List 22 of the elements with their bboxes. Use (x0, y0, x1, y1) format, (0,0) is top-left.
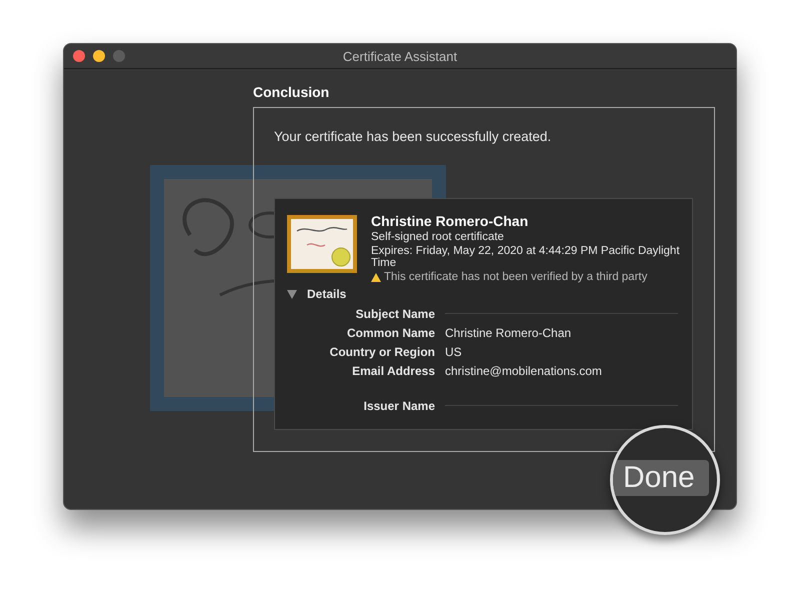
section-label: Subject Name (354, 306, 435, 320)
warning-icon (371, 272, 381, 282)
minimize-button[interactable] (93, 50, 105, 62)
field-value: Christine Romero-Chan (445, 326, 572, 340)
details-label: Details (307, 287, 346, 301)
certificate-name: Christine Romero-Chan (371, 213, 530, 229)
window-title: Certificate Assistant (342, 48, 458, 64)
warning-text: This certificate has not been verified by a third party (384, 271, 648, 283)
field-value: christine@mobilenations.com (445, 364, 602, 378)
field-label: Common Name (346, 326, 435, 340)
section-label: Issuer Name (362, 398, 435, 412)
certificate-type: Self-signed root certificate (371, 231, 505, 243)
field-label: Country or Region (328, 344, 435, 358)
done-button[interactable]: Done (613, 460, 709, 496)
field-label: Email Address (351, 364, 435, 378)
field-value: US (445, 344, 462, 358)
heading: Conclusion (253, 84, 330, 100)
expiry-date: Expires: Friday, May 22, 2020 at 4:44:29 PM Pacific Daylight Time (371, 245, 680, 269)
message: Your certificate has been successfully created. (274, 129, 552, 144)
disclosure-triangle-icon[interactable] (287, 290, 297, 298)
close-button[interactable] (73, 50, 85, 62)
certificate-icon (287, 215, 357, 273)
